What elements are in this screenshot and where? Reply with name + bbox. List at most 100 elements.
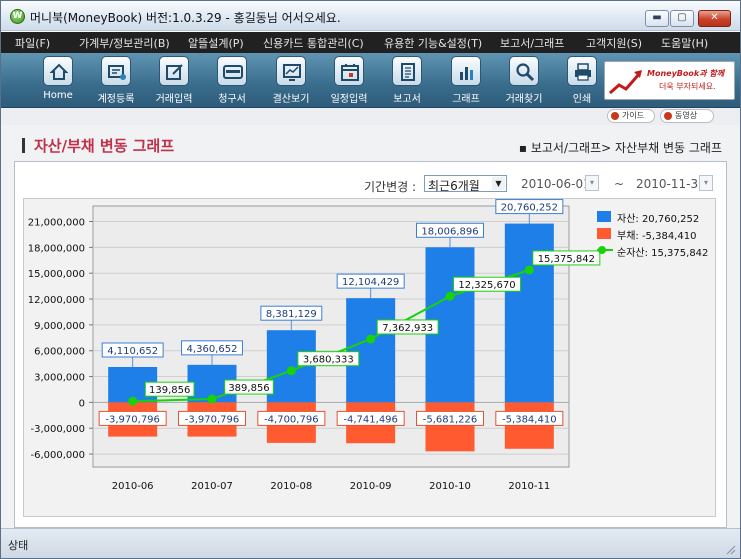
data-label-asset: 4,360,652 bbox=[187, 344, 238, 355]
data-label-net: 12,325,670 bbox=[458, 280, 515, 291]
period-select[interactable]: 최근6개월 ▼ bbox=[424, 175, 507, 193]
data-label-net: 139,856 bbox=[149, 385, 190, 396]
bar-asset bbox=[504, 223, 554, 403]
x-tick-label: 2010-11 bbox=[508, 481, 550, 492]
toolbar-transaction-search-button[interactable]: 거래찾기 bbox=[495, 56, 551, 106]
calendar-icon bbox=[334, 56, 364, 86]
date-from-field[interactable]: 2010-06-01 bbox=[521, 177, 591, 191]
promo-banner[interactable]: MoneyBook과 함께 더욱 부자되세요. bbox=[604, 61, 735, 100]
video-label: 동영상 bbox=[675, 111, 698, 120]
menu-reports[interactable]: 보고서/그래프 bbox=[500, 35, 564, 51]
legend-label-net: 순자산: 15,375,842 bbox=[617, 248, 709, 259]
card-icon bbox=[217, 56, 247, 86]
legend-swatch-asset bbox=[597, 211, 611, 222]
toolbar-account-register-button[interactable]: 계정등록 bbox=[87, 56, 143, 106]
chart-area: 21,000,000 18,000,000 15,000,000 12,000,000… bbox=[23, 198, 716, 517]
window-title: 머니북(MoneyBook) 버전:1.0.3.29 - 홍길동님 어서오세요. bbox=[30, 11, 341, 25]
toolbar-graph-button[interactable]: 그래프 bbox=[437, 56, 493, 106]
period-select-value: 최근6개월 bbox=[428, 179, 480, 193]
menu-help[interactable]: 도움말(H) bbox=[661, 35, 708, 51]
guide-label: 가이드 bbox=[622, 111, 645, 120]
date-range-separator: ~ bbox=[614, 177, 625, 191]
page-header: 자산/부채 변동 그래프 ▪ 보고서/그래프> 자산부채 변동 그래프 bbox=[1, 133, 740, 157]
toolbar-home-button[interactable]: Home bbox=[29, 56, 85, 106]
status-text: 상태 bbox=[8, 539, 29, 552]
toolbar-label: 그래프 bbox=[452, 94, 480, 105]
toolbar-label: 일정입력 bbox=[330, 94, 368, 105]
menu-credit-card[interactable]: 신용카드 통합관리(C) bbox=[263, 35, 364, 51]
toolbar-transaction-input-button[interactable]: 거래입력 bbox=[145, 56, 201, 106]
toolbar-schedule-button[interactable]: 일정입력 bbox=[320, 56, 376, 106]
toolbar-label: 결산보기 bbox=[272, 94, 310, 105]
data-label-asset: 8,381,129 bbox=[266, 309, 317, 320]
y-tick-label: 3,000,000 bbox=[34, 373, 85, 384]
date-from-calendar-button[interactable]: ▾ bbox=[585, 175, 599, 191]
toolbar-bill-button[interactable]: 청구서 bbox=[203, 56, 259, 106]
close-button[interactable]: ✕ bbox=[698, 10, 731, 27]
toolbar-report-button[interactable]: 보고서 bbox=[378, 56, 434, 106]
y-tick-label: 9,000,000 bbox=[34, 321, 85, 332]
date-to-field[interactable]: 2010-11-30 bbox=[636, 177, 706, 191]
banner-chart-icon bbox=[609, 70, 642, 95]
minimize-button[interactable]: ▬ bbox=[645, 10, 669, 27]
page-title: 자산/부채 변동 그래프 bbox=[34, 137, 175, 155]
toolbar-label: 거래찾기 bbox=[505, 94, 543, 105]
date-to-calendar-button[interactable]: ▾ bbox=[699, 175, 713, 191]
menu-bar: 파일(F) 가계부/정보관리(B) 알뜰설계(P) 신용카드 통합관리(C) 유… bbox=[1, 32, 740, 53]
menu-tools[interactable]: 유용한 기능&설정(T) bbox=[384, 35, 482, 51]
chevron-down-icon[interactable]: ▼ bbox=[492, 177, 505, 190]
app-logo-icon: W bbox=[10, 9, 25, 24]
legend-label-debt: 부채: -5,384,410 bbox=[617, 231, 697, 242]
toolbar: Home 계정등록 거래입력 청구서 결산보기 일정입력 보고서 그래프 거래찾… bbox=[1, 53, 740, 108]
legend-swatch-net bbox=[597, 246, 613, 254]
y-tick-label: -6,000,000 bbox=[30, 450, 85, 461]
status-bar: 상태 bbox=[1, 528, 740, 558]
toolbar-settlement-button[interactable]: 결산보기 bbox=[262, 56, 318, 106]
data-label-debt: -4,741,496 bbox=[343, 414, 398, 425]
toolbar-print-button[interactable]: 인쇄 bbox=[553, 56, 609, 106]
data-label-asset: 12,104,429 bbox=[342, 277, 399, 288]
app-window: W 머니북(MoneyBook) 버전:1.0.3.29 - 홍길동님 어서오세… bbox=[0, 0, 741, 559]
point-net bbox=[207, 394, 217, 404]
resize-grip-icon[interactable] bbox=[724, 543, 736, 555]
y-tick-label: -3,000,000 bbox=[30, 424, 85, 435]
edit-icon bbox=[159, 56, 189, 86]
title-bar[interactable]: W 머니북(MoneyBook) 버전:1.0.3.29 - 홍길동님 어서오세… bbox=[1, 1, 740, 31]
maximize-button[interactable]: ▢ bbox=[670, 10, 694, 27]
x-tick-label: 2010-08 bbox=[270, 481, 312, 492]
banner-line-1: MoneyBook과 함께 bbox=[647, 69, 725, 78]
y-tick-label: 21,000,000 bbox=[28, 218, 85, 229]
toolbar-label: 거래입력 bbox=[155, 94, 193, 105]
y-tick-label: 0 bbox=[79, 398, 85, 409]
title-mark bbox=[22, 138, 25, 153]
y-tick-label: 18,000,000 bbox=[28, 243, 85, 254]
menu-ledger[interactable]: 가계부/정보관리(B) bbox=[79, 35, 170, 51]
data-label-net: 3,680,333 bbox=[303, 355, 354, 366]
period-label: 기간변경 : bbox=[364, 180, 417, 194]
toolbar-label: 보고서 bbox=[393, 94, 421, 105]
guide-button[interactable]: 가이드 bbox=[607, 109, 655, 123]
breadcrumb-bullet: ▪ bbox=[518, 141, 531, 155]
data-label-debt: -3,970,796 bbox=[105, 414, 160, 425]
menu-support[interactable]: 고객지원(S) bbox=[586, 35, 642, 51]
sub-toolbar: 가이드 동영상 bbox=[1, 108, 740, 125]
video-button[interactable]: 동영상 bbox=[660, 109, 714, 123]
point-net bbox=[286, 366, 296, 376]
menu-planning[interactable]: 알뜰설계(P) bbox=[188, 35, 244, 51]
data-label-net: 389,856 bbox=[228, 383, 269, 394]
bar-debt bbox=[425, 402, 475, 452]
main-content: 자산/부채 변동 그래프 ▪ 보고서/그래프> 자산부채 변동 그래프 기간변경… bbox=[1, 125, 740, 528]
menu-file[interactable]: 파일(F) bbox=[15, 35, 50, 51]
point-net bbox=[366, 334, 376, 344]
data-label-debt: -5,384,410 bbox=[502, 414, 557, 425]
video-dot-icon bbox=[664, 112, 672, 120]
data-label-debt: -3,970,796 bbox=[185, 414, 240, 425]
toolbar-label: 청구서 bbox=[218, 94, 246, 105]
breadcrumb-text: 보고서/그래프> 자산부채 변동 그래프 bbox=[530, 141, 722, 155]
report-icon bbox=[392, 56, 422, 86]
data-label-asset: 20,760,252 bbox=[501, 203, 558, 214]
banner-line-2: 더욱 부자되세요. bbox=[659, 82, 716, 91]
data-label-net: 15,375,842 bbox=[538, 254, 595, 265]
asset-debt-chart: 21,000,000 18,000,000 15,000,000 12,000,000… bbox=[28, 199, 601, 492]
data-label-asset: 18,006,896 bbox=[421, 226, 478, 237]
